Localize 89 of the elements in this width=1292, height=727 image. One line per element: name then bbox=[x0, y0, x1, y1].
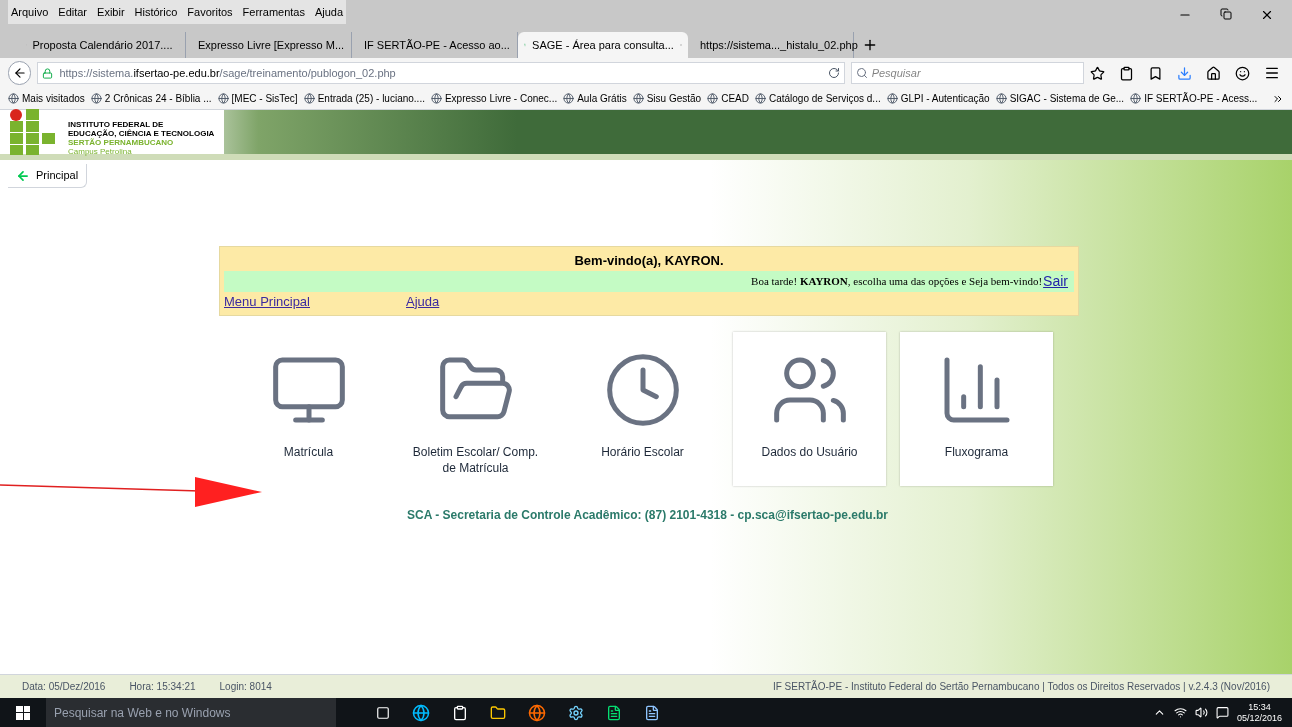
browser-icon[interactable] bbox=[412, 703, 430, 722]
menu-item[interactable]: Exibir bbox=[97, 3, 125, 21]
taskbar-date: 05/12/2016 bbox=[1236, 712, 1282, 724]
menu-item[interactable]: Ferramentas bbox=[242, 3, 305, 21]
bookmark-item[interactable]: Aula Grátis bbox=[563, 91, 627, 106]
logo-text: EDUCAÇÃO, CIÊNCIA E TECNOLOGIA bbox=[68, 129, 215, 138]
download-icon[interactable] bbox=[1177, 65, 1192, 81]
tile-label: Matrícula bbox=[282, 444, 335, 460]
tab-title: IF SERTÃO-PE - Acesso ao... bbox=[364, 37, 510, 53]
wifi-icon[interactable] bbox=[1173, 706, 1187, 719]
globe-icon bbox=[563, 93, 575, 104]
smiley-icon[interactable] bbox=[1235, 65, 1250, 81]
lock-icon bbox=[42, 67, 54, 79]
tile-label: Boletim Escolar/ Comp. de Matrícula bbox=[411, 444, 540, 476]
new-tab-icon[interactable] bbox=[862, 37, 878, 53]
footer-time: Hora: 15:34:21 bbox=[129, 680, 196, 694]
globe-icon bbox=[303, 93, 315, 104]
restore-icon[interactable] bbox=[1220, 8, 1232, 20]
task-view-icon[interactable] bbox=[376, 705, 390, 720]
document-icon[interactable] bbox=[644, 704, 660, 721]
tile-label: Fluxograma bbox=[943, 444, 1010, 460]
logout-link[interactable]: Sair bbox=[1043, 270, 1068, 292]
nav-link[interactable]: Menu Principal bbox=[224, 291, 310, 311]
globe-icon bbox=[430, 93, 442, 104]
logo-text: INSTITUTO FEDERAL DE bbox=[68, 120, 165, 129]
bookmark-item[interactable]: Expresso Livre - Conec... bbox=[430, 91, 558, 106]
folder-icon[interactable] bbox=[490, 704, 506, 721]
menu-tile[interactable]: Fluxograma bbox=[900, 332, 1053, 486]
tab-title: SAGE - Área para consulta... bbox=[532, 37, 674, 53]
footer-login: Login: 8014 bbox=[219, 680, 272, 694]
logo-text: SERTÃO PERNAMBUCANO bbox=[68, 138, 175, 147]
bookmark-item[interactable]: [MEC - SisTec] bbox=[217, 91, 298, 106]
volume-icon[interactable] bbox=[1194, 706, 1208, 719]
menu-item[interactable]: Ajuda bbox=[314, 3, 344, 21]
globe-icon bbox=[8, 93, 19, 104]
globe-icon bbox=[886, 93, 898, 104]
globe-icon bbox=[707, 93, 719, 104]
home-icon[interactable] bbox=[1206, 65, 1221, 81]
footer-date: Data: 05/Dez/2016 bbox=[22, 680, 106, 694]
welcome-title: Bem-vindo(a), KAYRON. bbox=[573, 252, 725, 270]
contact-text: SCA - Secretaria de Controle Acadêmico: (87) 2101-4318 - cp.sca@ifsertao-pe.edu.br bbox=[407, 507, 889, 524]
bookmark-item[interactable]: CEAD bbox=[707, 91, 749, 106]
back-arrow-icon bbox=[12, 66, 27, 80]
menu-tile[interactable]: Horário Escolar bbox=[566, 332, 719, 486]
menu-tile[interactable]: Dados do Usuário bbox=[733, 332, 886, 486]
menu-tile[interactable]: Boletim Escolar/ Comp. de Matrícula bbox=[399, 332, 552, 486]
bookmark-item[interactable]: 2 Crônicas 24 - Bíblia ... bbox=[90, 91, 212, 106]
bookmark-item[interactable]: SIGAC - Sistema de Ge... bbox=[995, 91, 1125, 106]
tab-title: Expresso Livre [Expresso M... bbox=[198, 37, 345, 53]
taskbar-clock: 15:34 bbox=[1248, 701, 1271, 713]
search-field[interactable]: Pesquisar bbox=[850, 62, 1084, 84]
windows-start-icon[interactable] bbox=[16, 705, 30, 720]
logo-text: Campus Petrolina bbox=[68, 147, 133, 156]
nav-link[interactable]: Ajuda bbox=[406, 291, 440, 311]
bookmark-item[interactable]: Entrada (25) - luciano.... bbox=[303, 91, 425, 106]
globe-icon bbox=[632, 93, 644, 104]
tile-label: Dados do Usuário bbox=[760, 444, 859, 460]
back-button[interactable] bbox=[8, 61, 32, 85]
globe-icon bbox=[995, 93, 1007, 104]
menu-icon[interactable] bbox=[1264, 65, 1280, 81]
principal-button[interactable]: Principal bbox=[8, 164, 88, 188]
bookmark-item[interactable]: GLPI - Autenticação bbox=[886, 91, 990, 106]
bookmark-item[interactable]: Catálogo de Serviços d... bbox=[754, 91, 881, 106]
browser-tab[interactable]: SAGE - Área para consulta... bbox=[518, 32, 688, 58]
search-icon bbox=[855, 67, 868, 79]
tab-title: Proposta Calendário 2017.... bbox=[32, 37, 173, 53]
taskbar-search-field[interactable]: Pesquisar na Web e no Windows bbox=[46, 698, 336, 727]
menu-item[interactable]: Favoritos bbox=[187, 3, 233, 21]
notification-icon[interactable] bbox=[1215, 706, 1229, 719]
globe-icon bbox=[754, 93, 766, 104]
menu-item[interactable]: Arquivo bbox=[11, 3, 49, 21]
globe-icon bbox=[1130, 93, 1142, 104]
tile-label: Horário Escolar bbox=[600, 444, 685, 460]
bookmark-item[interactable]: Sisu Gestão bbox=[632, 91, 702, 106]
settings-icon[interactable] bbox=[568, 704, 584, 721]
globe-icon bbox=[217, 93, 229, 104]
bookmark-item[interactable]: IF SERTÃO-PE - Acess... bbox=[1130, 91, 1258, 106]
menu-item[interactable]: Histórico bbox=[134, 3, 178, 21]
bookmark-item[interactable]: Mais visitados bbox=[8, 91, 85, 106]
menu-item[interactable]: Editar bbox=[58, 3, 88, 21]
menu-tile[interactable]: Matrícula bbox=[232, 332, 385, 486]
star-icon[interactable] bbox=[1090, 65, 1105, 81]
url-text: https://sistema.ifsertao-pe.edu.br/sage/treinamento/publogon_02.php bbox=[59, 65, 397, 81]
address-field[interactable]: https://sistema.ifsertao-pe.edu.br/sage/treinamento/publogon_02.php bbox=[37, 62, 845, 84]
greeting-text: Boa tarde! KAYRON, escolha uma das opções e Seja bem-vindo! bbox=[751, 273, 1043, 289]
footer-copyright: IF SERTÃO-PE - Instituto Federal do Sertão Pernambucano | Todos os Direitos Reservados | v.2.4.3 (Nov/2016) bbox=[772, 679, 1270, 694]
globe-icon bbox=[90, 93, 102, 104]
reload-icon[interactable] bbox=[827, 67, 840, 79]
close-icon[interactable] bbox=[1260, 8, 1274, 22]
